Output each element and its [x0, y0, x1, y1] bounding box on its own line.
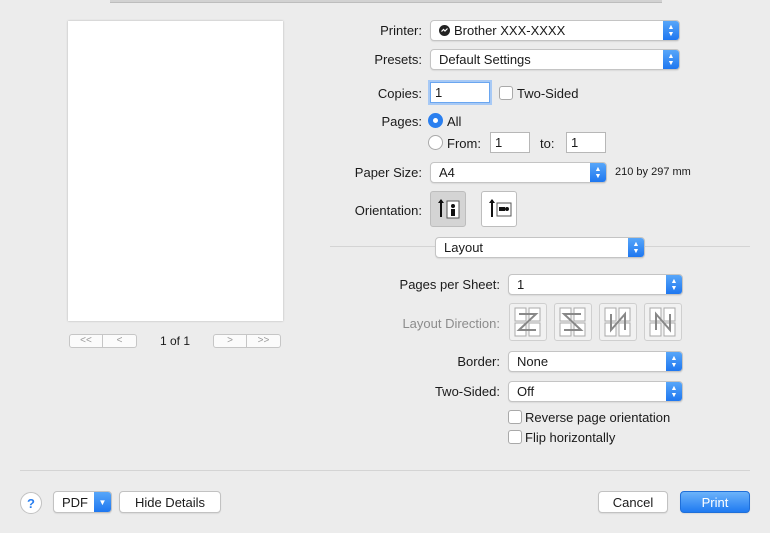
footer-divider	[20, 470, 750, 471]
layout-direction-z-button	[509, 303, 547, 341]
next-page-button[interactable]: >	[213, 334, 247, 348]
page-indicator: 1 of 1	[159, 334, 191, 348]
first-page-button[interactable]: <<	[69, 334, 103, 348]
copies-field[interactable]: 1	[430, 82, 490, 103]
layout-direction-n-button	[599, 303, 637, 341]
portrait-orientation-icon	[438, 199, 460, 219]
section-value: Layout	[444, 240, 484, 255]
presets-label: Presets:	[374, 52, 422, 67]
two-sided-checkbox[interactable]	[499, 86, 513, 100]
popup-arrows-icon: ▲ ▼	[628, 238, 644, 257]
printer-status-icon	[439, 25, 450, 36]
flip-horizontally-label: Flip horizontally	[525, 430, 616, 445]
layout-z-icon	[514, 307, 541, 337]
paper-dimensions: 210 by 297 mm	[615, 166, 691, 178]
hide-details-button[interactable]: Hide Details	[119, 491, 221, 513]
copies-label: Copies:	[377, 86, 422, 101]
pages-per-sheet-label: Pages per Sheet:	[399, 277, 500, 292]
orientation-label: Orientation:	[354, 203, 422, 218]
landscape-orientation-button[interactable]	[481, 191, 517, 227]
landscape-orientation-icon	[489, 199, 512, 217]
pages-per-sheet-value: 1	[517, 277, 525, 292]
preview-nav-right: > >>	[213, 334, 281, 348]
printer-label: Printer:	[380, 23, 422, 38]
flip-horizontally-checkbox[interactable]	[508, 430, 522, 444]
border-value: None	[517, 354, 549, 369]
popup-arrows-icon: ▲ ▼	[590, 163, 606, 182]
reverse-orientation-checkbox[interactable]	[508, 410, 522, 424]
border-label: Border:	[457, 354, 500, 369]
popup-arrows-icon: ▲ ▼	[663, 50, 679, 69]
paper-size-label: Paper Size:	[354, 165, 422, 180]
pages-from-field[interactable]: 1	[490, 132, 530, 153]
presets-popup[interactable]: Default Settings ▲ ▼	[430, 49, 680, 70]
layout-two-sided-popup[interactable]: Off ▲ ▼	[508, 381, 683, 402]
paper-size-value: A4	[439, 165, 455, 180]
pages-to-field[interactable]: 1	[566, 132, 606, 153]
presets-value: Default Settings	[439, 52, 531, 67]
paper-size-popup[interactable]: A4 ▲ ▼	[430, 162, 607, 183]
layout-two-sided-value: Off	[517, 384, 535, 399]
layout-direction-reverse-n-button	[644, 303, 682, 341]
pages-label: Pages:	[381, 114, 422, 129]
layout-reverse-n-icon	[649, 307, 676, 337]
layout-direction-label: Layout Direction:	[402, 316, 500, 331]
previous-page-button[interactable]: <	[103, 334, 137, 348]
sheet-top-edge	[110, 0, 662, 3]
section-popup[interactable]: Layout ▲ ▼	[435, 237, 645, 258]
pages-from-radio[interactable]	[428, 135, 443, 150]
pages-to-label: to:	[540, 136, 555, 151]
pdf-label: PDF	[62, 494, 88, 510]
printer-value: Brother XXX-XXXX	[454, 23, 566, 38]
portrait-orientation-button[interactable]	[430, 191, 466, 227]
pages-all-radio[interactable]	[428, 113, 443, 128]
print-button[interactable]: Print	[680, 491, 750, 513]
popup-arrows-icon: ▲ ▼	[666, 275, 682, 294]
reverse-orientation-label: Reverse page orientation	[525, 410, 671, 425]
preview-nav-left: << <	[69, 334, 137, 348]
cancel-button[interactable]: Cancel	[598, 491, 668, 513]
pages-per-sheet-popup[interactable]: 1 ▲ ▼	[508, 274, 683, 295]
pdf-menu-button[interactable]: PDF ▼	[53, 491, 112, 513]
print-preview	[68, 21, 283, 321]
last-page-button[interactable]: >>	[247, 334, 281, 348]
two-sided-label: Two-Sided	[517, 86, 579, 101]
border-popup[interactable]: None ▲ ▼	[508, 351, 683, 372]
chevron-down-icon: ▼	[94, 492, 111, 512]
layout-two-sided-label: Two-Sided:	[434, 384, 500, 399]
layout-n-icon	[604, 307, 631, 337]
popup-arrows-icon: ▲ ▼	[663, 21, 679, 40]
layout-reverse-z-icon	[559, 307, 586, 337]
pages-all-label: All	[447, 114, 462, 129]
popup-arrows-icon: ▲ ▼	[666, 382, 682, 401]
printer-popup[interactable]: Brother XXX-XXXX ▲ ▼	[430, 20, 680, 41]
layout-direction-reverse-z-button	[554, 303, 592, 341]
pages-from-label: From:	[447, 136, 481, 151]
help-button[interactable]: ?	[20, 492, 42, 514]
popup-arrows-icon: ▲ ▼	[666, 352, 682, 371]
